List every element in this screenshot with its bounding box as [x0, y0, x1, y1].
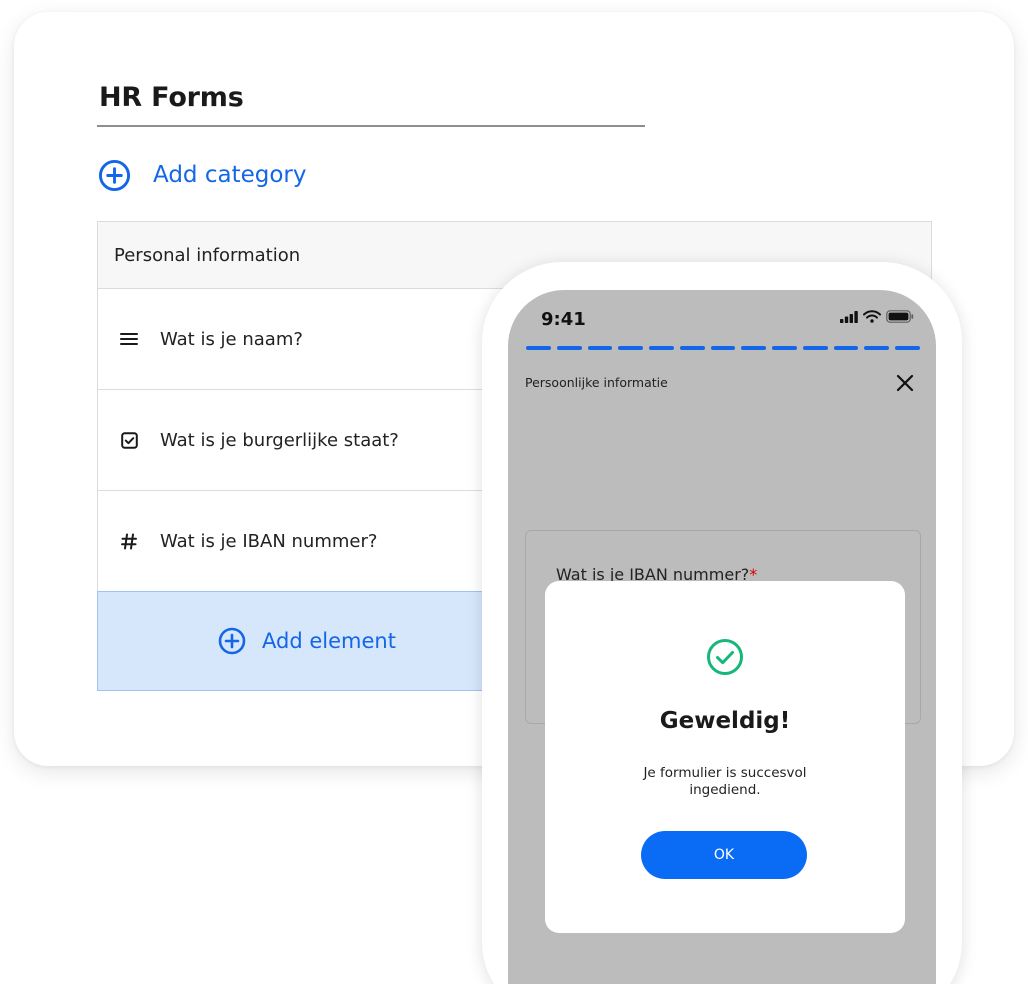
- section-title: Persoonlijke informatie: [525, 375, 668, 390]
- progress-segment: [587, 346, 613, 350]
- close-icon[interactable]: [896, 374, 914, 392]
- add-element-label: Add element: [262, 629, 396, 653]
- modal-message: Je formulier is succesvol ingediend.: [643, 765, 807, 798]
- ok-button[interactable]: OK: [641, 831, 807, 879]
- modal-title: Geweldig!: [659, 708, 791, 734]
- plus-circle-icon: [218, 627, 246, 655]
- add-category-button[interactable]: Add category: [98, 158, 307, 192]
- progress-segment: [864, 346, 890, 350]
- row-label: Wat is je IBAN nummer?: [160, 530, 378, 552]
- battery-icon: [886, 310, 914, 323]
- page-title: HR Forms: [99, 82, 244, 113]
- progress-segment: [556, 346, 582, 350]
- signal-icon: [840, 310, 858, 323]
- progress-segment: [710, 346, 736, 350]
- menu-lines-icon: [118, 328, 140, 350]
- progress-segment: [772, 346, 797, 350]
- progress-segment: [833, 346, 859, 350]
- progress-segment: [618, 346, 644, 350]
- hash-icon: [118, 530, 140, 552]
- progress-segment: [895, 346, 920, 350]
- row-label: Wat is je naam?: [160, 328, 303, 350]
- plus-circle-icon: [98, 159, 131, 191]
- step-progress-bar: [526, 346, 920, 350]
- title-underline: [97, 125, 645, 127]
- success-modal: Geweldig! Je formulier is succesvol inge…: [545, 581, 905, 933]
- progress-segment: [679, 346, 705, 350]
- status-icons: [840, 310, 914, 323]
- row-label: Wat is je burgerlijke staat?: [160, 429, 399, 451]
- progress-segment: [802, 346, 828, 350]
- checkbox-icon: [118, 429, 140, 451]
- wifi-icon: [863, 310, 881, 323]
- status-time: 9:41: [541, 309, 586, 330]
- progress-segment: [741, 346, 767, 350]
- phone-mockup: 9:41 Persoonlijke informatie Wat is je I…: [482, 262, 962, 984]
- add-category-label: Add category: [153, 162, 307, 188]
- phone-screen: 9:41 Persoonlijke informatie Wat is je I…: [508, 290, 936, 984]
- progress-segment: [526, 346, 551, 350]
- progress-segment: [649, 346, 674, 350]
- success-check-icon: [707, 639, 743, 675]
